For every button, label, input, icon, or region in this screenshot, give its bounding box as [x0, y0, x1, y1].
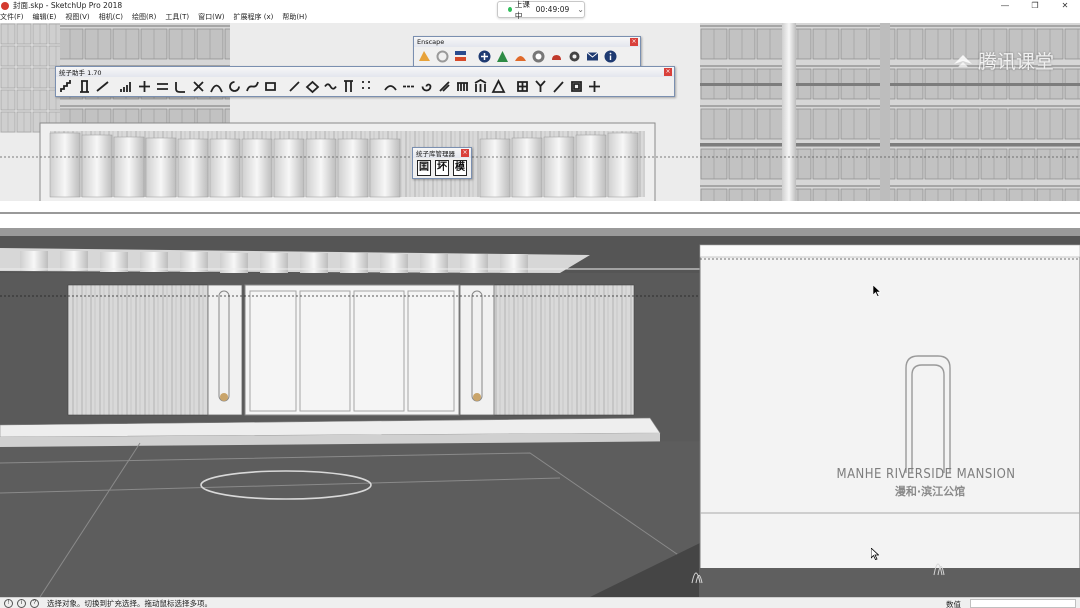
status-geo-icon[interactable]: i [17, 598, 26, 608]
pencil-tool-icon[interactable] [286, 78, 303, 95]
helper-toolbar-titlebar[interactable]: 统子助手 1.70 × [56, 67, 674, 77]
sign-title-en: MANHE RIVERSIDE MANSION [836, 467, 1016, 482]
maximize-button[interactable]: ❐ [1020, 0, 1050, 11]
menu-file[interactable]: 文件(F) [0, 12, 24, 22]
enscape-upload-icon[interactable] [548, 48, 565, 65]
sketchup-app-icon [1, 1, 9, 10]
fold-tool-icon[interactable] [304, 78, 321, 95]
enscape-asset-library-icon[interactable] [494, 48, 511, 65]
enscape-material-icon[interactable] [512, 48, 529, 65]
settings-tool-icon[interactable] [586, 78, 603, 95]
arch-tool-icon[interactable] [208, 78, 225, 95]
library-manager-titlebar[interactable]: 统子库管理器 × [413, 148, 471, 158]
library-environment-button[interactable]: 坏 [435, 160, 449, 176]
live-status-label: 上课中 [514, 0, 530, 20]
model-viewport[interactable]: MANHE RIVERSIDE MANSION 漫和·滨江公馆 腾讯课堂 Ens… [0, 23, 1080, 597]
live-elapsed-time: 00:49:09 [535, 5, 570, 14]
enscape-toolbar-close-button[interactable]: × [630, 38, 638, 46]
fork-tool-icon[interactable] [532, 78, 549, 95]
bar-chart-tool-icon[interactable] [118, 78, 135, 95]
hook-tool-icon[interactable] [172, 78, 189, 95]
tencent-classroom-logo-icon [953, 54, 972, 67]
info-icon[interactable] [602, 48, 619, 65]
library-model-button[interactable]: 模 [453, 160, 467, 176]
grid-tool-icon[interactable] [514, 78, 531, 95]
arrow-cross-tool-icon[interactable] [136, 78, 153, 95]
menu-extensions[interactable]: 扩展程序 (x) [233, 12, 273, 22]
menu-view[interactable]: 视图(V) [65, 12, 89, 22]
chevron-down-icon[interactable]: ⌄ [577, 5, 584, 14]
helper-toolbar-close-button[interactable]: × [664, 68, 672, 76]
select-cursor-icon [871, 548, 879, 560]
menu-window[interactable]: 窗口(W) [198, 12, 224, 22]
status-hint-text: 选择对象。切换到扩充选择。拖动鼠标选择多项。 [47, 598, 212, 608]
menu-camera[interactable]: 相机(C) [99, 12, 123, 22]
wave-tool-icon[interactable] [322, 78, 339, 95]
enscape-add-view-icon[interactable] [476, 48, 493, 65]
brush-tool-icon[interactable] [550, 78, 567, 95]
library-component-button[interactable]: 囯 [417, 160, 431, 176]
close-button[interactable]: ✕ [1050, 0, 1080, 11]
column-tool-icon[interactable] [76, 78, 93, 95]
arc-tool-icon[interactable] [382, 78, 399, 95]
measurements-label: 数值 [946, 600, 961, 608]
enscape-sync-icon[interactable] [434, 48, 451, 65]
stair-tool-icon[interactable] [58, 78, 75, 95]
window-title: 封面.skp - SketchUp Pro 2018 [13, 1, 123, 10]
enscape-views-icon[interactable] [452, 48, 469, 65]
class-live-indicator[interactable]: 上课中 00:49:09 ⌄ [497, 0, 585, 20]
enscape-checker-icon[interactable] [530, 48, 547, 65]
spiral-tool-icon[interactable] [418, 78, 435, 95]
library-manager-close-button[interactable]: × [461, 149, 469, 157]
temple-tool-icon[interactable] [472, 78, 489, 95]
diagonal-tool-icon[interactable] [436, 78, 453, 95]
menu-draw[interactable]: 绘图(R) [132, 12, 156, 22]
enscape-toolbar[interactable]: Enscape × [413, 36, 641, 67]
chain-tool-icon[interactable] [400, 78, 417, 95]
line-tool-icon[interactable] [94, 78, 111, 95]
sign-title-cn: 漫和·滨江公馆 [894, 485, 966, 498]
rotate-tool-icon[interactable] [226, 78, 243, 95]
comb-tool-icon[interactable] [454, 78, 471, 95]
status-user-icon[interactable]: ? [30, 598, 39, 608]
library-manager-toolbar[interactable]: 统子库管理器 × 囯 坏 模 [412, 147, 472, 179]
helper-toolbar[interactable]: 统子助手 1.70 × [55, 66, 675, 97]
watermark: 腾讯课堂 [952, 47, 1054, 74]
helper-toolbar-title: 统子助手 1.70 [59, 69, 102, 77]
curve-tool-icon[interactable] [244, 78, 261, 95]
measurements-input[interactable] [970, 599, 1076, 608]
rect-tool-icon[interactable] [262, 78, 279, 95]
model-scene [0, 23, 1080, 597]
enscape-start-icon[interactable] [416, 48, 433, 65]
mail-icon[interactable] [584, 48, 601, 65]
watermark-text: 腾讯课堂 [977, 51, 1054, 73]
gear-icon[interactable] [566, 48, 583, 65]
menu-help[interactable]: 帮助(H) [282, 12, 307, 22]
window-controls: — ❐ ✕ [990, 0, 1080, 11]
status-info-icon[interactable]: ! [4, 598, 13, 608]
live-status-dot [508, 7, 512, 12]
minimize-button[interactable]: — [990, 0, 1020, 11]
triangle-tool-icon[interactable] [490, 78, 507, 95]
menu-tools[interactable]: 工具(T) [165, 12, 189, 22]
enscape-toolbar-title: Enscape [417, 38, 445, 46]
library-manager-title: 统子库管理器 [416, 150, 455, 158]
pillar-tool-icon[interactable] [340, 78, 357, 95]
menu-edit[interactable]: 编辑(E) [33, 12, 57, 22]
scissor-tool-icon[interactable] [190, 78, 207, 95]
status-bar: ! i ? 选择对象。切换到扩充选择。拖动鼠标选择多项。 数值 [0, 597, 1080, 608]
layout-tool-icon[interactable] [568, 78, 585, 95]
scatter-tool-icon[interactable] [358, 78, 375, 95]
enscape-toolbar-titlebar[interactable]: Enscape × [414, 37, 640, 47]
mouse-cursor-icon [873, 285, 881, 297]
parallel-tool-icon[interactable] [154, 78, 171, 95]
